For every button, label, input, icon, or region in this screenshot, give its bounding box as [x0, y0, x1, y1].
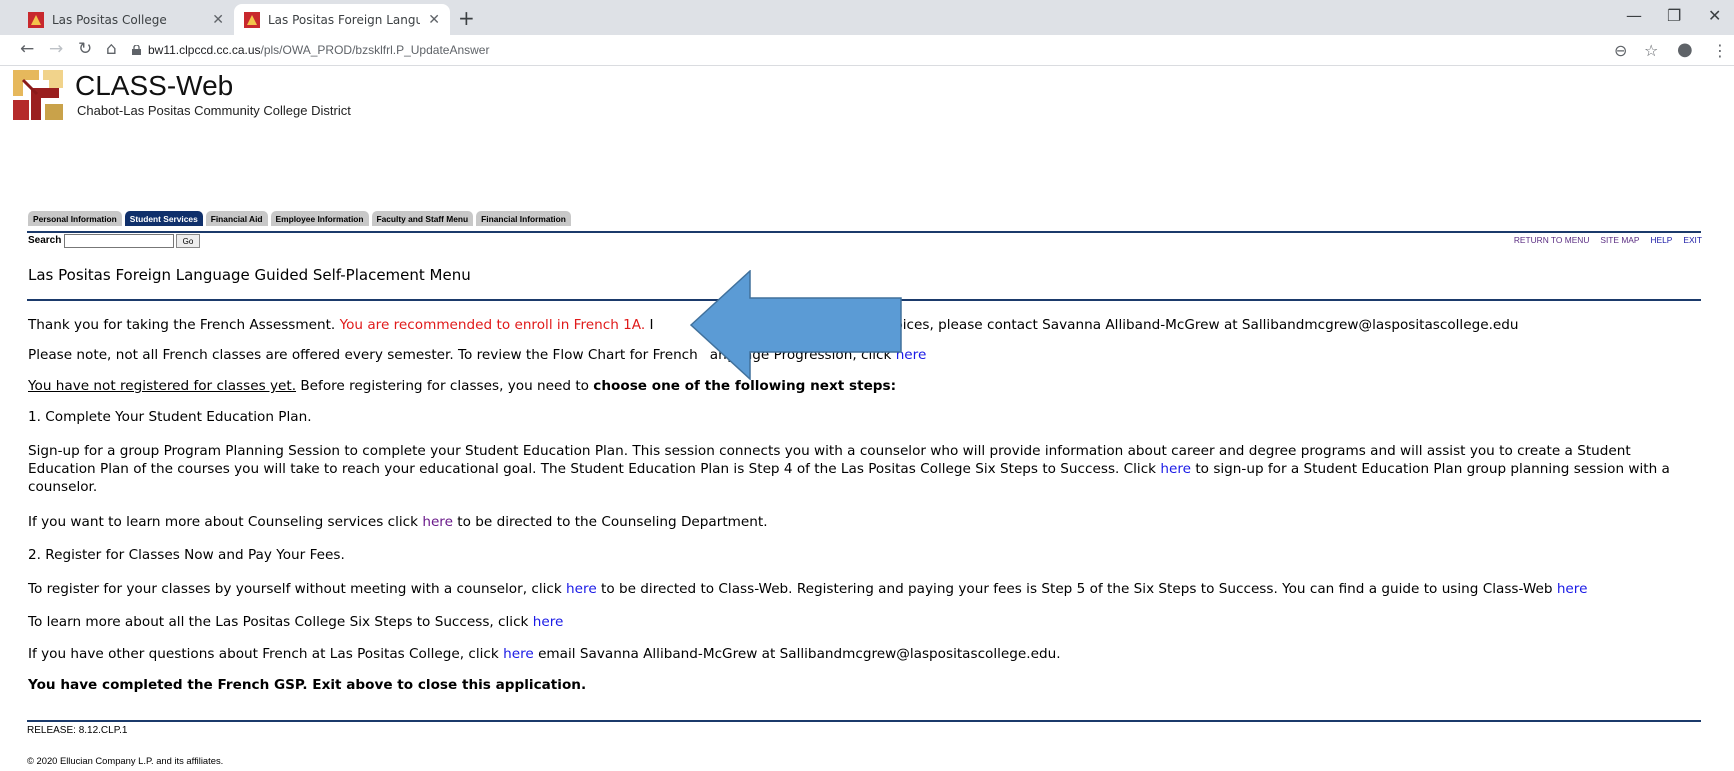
- close-icon[interactable]: ✕: [428, 12, 440, 28]
- brand-title: CLASS-Web: [75, 70, 234, 101]
- address-bar-row: ← → ↻ ⌂ bw11.clpccd.cc.ca.us/pls/OWA_PRO…: [0, 35, 1734, 66]
- top-links: RETURN TO MENU SITE MAP HELP EXIT: [1514, 235, 1702, 245]
- new-tab-plus-icon[interactable]: +: [458, 6, 475, 30]
- completion-text: You have completed the French GSP. Exit …: [28, 677, 587, 693]
- exit-link[interactable]: EXIT: [1683, 235, 1702, 245]
- main-menu-tabs: Personal Information Student Services Fi…: [28, 211, 571, 226]
- questions-tail: email Savanna Alliband-McGrew at Salliba…: [533, 646, 1061, 662]
- six-steps-text: To learn more about all the Las Positas …: [28, 613, 1688, 631]
- go-button[interactable]: Go: [176, 234, 200, 248]
- next-steps-intro: Before registering for classes, you need…: [296, 378, 594, 394]
- register-text: To register for your classes by yourself…: [28, 580, 1688, 598]
- questions-text: If you have other questions about French…: [28, 645, 1688, 663]
- counseling-text: If you want to learn more about Counseli…: [28, 513, 1688, 531]
- page-title: Las Positas Foreign Language Guided Self…: [28, 266, 471, 284]
- assessment-fragment: I: [645, 317, 654, 333]
- profile-avatar-icon[interactable]: ●: [1677, 39, 1693, 60]
- browser-tab-strip: Las Positas College ✕ Las Positas Foreig…: [0, 0, 1734, 35]
- college-favicon-icon: [28, 11, 44, 28]
- assessment-intro: Thank you for taking the French Assessme…: [28, 317, 340, 333]
- release-label: RELEASE: 8.12.CLP.1: [27, 725, 128, 736]
- flow-chart-intro: Please note, not all French classes are …: [28, 347, 698, 363]
- six-steps-intro: To learn more about all the Las Positas …: [28, 614, 533, 630]
- reload-icon[interactable]: ↻: [78, 39, 92, 59]
- questions-intro: If you have other questions about French…: [28, 646, 504, 662]
- bookmark-star-icon[interactable]: ☆: [1644, 41, 1658, 60]
- zoom-icon[interactable]: ⊖: [1614, 41, 1627, 60]
- tab-employee-information[interactable]: Employee Information: [270, 211, 369, 226]
- guide-here-link[interactable]: here: [1557, 581, 1588, 597]
- college-favicon-icon: [244, 11, 260, 28]
- questions-here-link[interactable]: here: [503, 646, 534, 662]
- site-map-link[interactable]: SITE MAP: [1600, 235, 1639, 245]
- url-host: bw11.clpccd.cc.ca.us: [148, 43, 261, 57]
- close-icon[interactable]: ✕: [212, 12, 224, 28]
- tab-financial-aid[interactable]: Financial Aid: [205, 211, 268, 226]
- tab-student-services[interactable]: Student Services: [124, 211, 203, 226]
- step-1-heading: 1. Complete Your Student Education Plan.: [28, 409, 312, 425]
- footer-divider: [27, 720, 1701, 722]
- tab-personal-information[interactable]: Personal Information: [28, 211, 122, 226]
- help-link[interactable]: HELP: [1650, 235, 1672, 245]
- education-plan-here-link[interactable]: here: [1160, 461, 1191, 477]
- counseling-intro: If you want to learn more about Counseli…: [28, 514, 423, 530]
- tab-title: Las Positas College: [52, 12, 167, 27]
- register-intro: To register for your classes by yourself…: [28, 581, 567, 597]
- url-path: /pls/OWA_PROD/bzsklfrl.P_UpdateAnswer: [260, 43, 490, 57]
- minimize-icon[interactable]: —: [1626, 6, 1642, 25]
- url-field[interactable]: bw11.clpccd.cc.ca.us/pls/OWA_PROD/bzsklf…: [148, 43, 489, 57]
- forward-arrow-icon[interactable]: →: [49, 39, 63, 59]
- step-2-heading: 2. Register for Classes Now and Pay Your…: [28, 547, 345, 563]
- recommendation-text: You are recommended to enroll in French …: [339, 317, 646, 333]
- class-web-here-link[interactable]: here: [566, 581, 597, 597]
- back-arrow-icon[interactable]: ←: [20, 39, 34, 59]
- browser-tab-las-positas[interactable]: Las Positas College ✕: [18, 4, 234, 35]
- search-input[interactable]: [64, 234, 174, 248]
- education-plan-text: Sign-up for a group Program Planning Ses…: [28, 442, 1688, 496]
- home-icon[interactable]: ⌂: [106, 39, 117, 59]
- register-tail: to be directed to Class-Web. Registering…: [596, 581, 1557, 597]
- class-web-logo: [9, 66, 67, 124]
- six-steps-here-link[interactable]: here: [533, 614, 564, 630]
- restore-icon[interactable]: ❐: [1667, 6, 1681, 25]
- tab-title: Las Positas Foreign Language Gu: [268, 12, 421, 27]
- brand-subtitle: Chabot-Las Positas Community College Dis…: [77, 103, 351, 118]
- return-to-menu-link[interactable]: RETURN TO MENU: [1514, 235, 1590, 245]
- search-label: Search: [28, 235, 62, 246]
- counseling-here-link[interactable]: here: [422, 514, 453, 530]
- lock-icon: [132, 45, 141, 55]
- menu-dots-icon[interactable]: ⋮: [1712, 41, 1728, 60]
- tab-faculty-and-staff-menu[interactable]: Faculty and Staff Menu: [371, 211, 474, 226]
- left-arrow-annotation-icon: [690, 270, 902, 380]
- counseling-tail: to be directed to the Counseling Departm…: [452, 514, 768, 530]
- not-registered-notice: You have not registered for classes yet.: [28, 378, 297, 394]
- next-steps-bold: choose one of the following next steps:: [593, 378, 897, 394]
- copyright-text: © 2020 Ellucian Company L.P. and its aff…: [27, 755, 224, 766]
- contact-text: our choices, please contact Savanna Alli…: [851, 317, 1519, 333]
- window-close-icon[interactable]: ✕: [1708, 6, 1721, 25]
- tab-financial-information[interactable]: Financial Information: [476, 211, 571, 226]
- menu-divider: [27, 231, 1701, 233]
- browser-tab-foreign-language[interactable]: Las Positas Foreign Language Gu ✕: [234, 4, 450, 35]
